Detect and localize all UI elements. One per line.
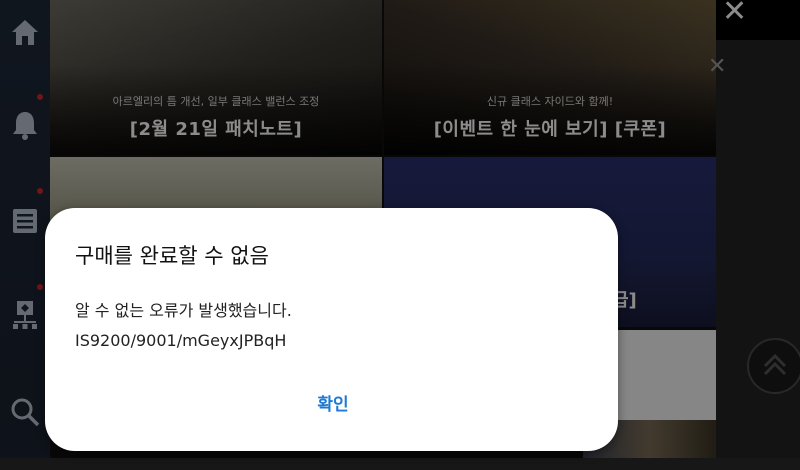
dialog-message-text: 알 수 없는 오류가 발생했습니다. [75, 301, 292, 320]
error-dialog: 구매를 완료할 수 없음 알 수 없는 오류가 발생했습니다. IS9200/9… [45, 208, 618, 451]
dialog-title: 구매를 완료할 수 없음 [75, 244, 269, 268]
dialog-message: 알 수 없는 오류가 발생했습니다. IS9200/9001/mGeyxJPBq… [75, 296, 292, 356]
dialog-error-code: IS9200/9001/mGeyxJPBqH [75, 331, 287, 350]
confirm-button[interactable]: 확인 [285, 388, 381, 422]
